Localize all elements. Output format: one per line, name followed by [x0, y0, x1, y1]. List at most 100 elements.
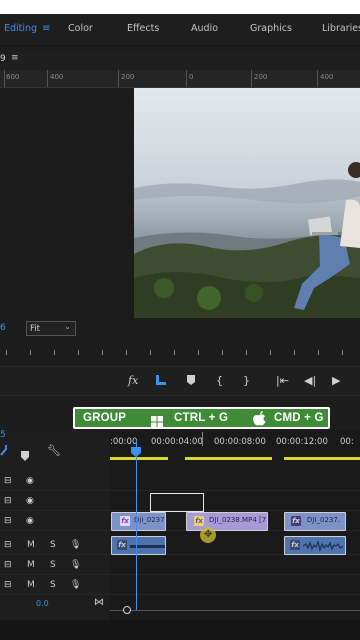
film-icon[interactable]: ⊟: [4, 496, 12, 506]
bottom-panel: [0, 620, 360, 640]
fx-icon[interactable]: fx: [128, 374, 138, 387]
snap-icon[interactable]: [155, 374, 167, 389]
monitor-number: 9: [0, 54, 6, 64]
fx-badge: fx: [120, 516, 130, 526]
timeline-zoom-bar: 0.0 ⋈: [0, 597, 360, 618]
ruler-label: 400: [50, 73, 64, 81]
timeline-scrollbar[interactable]: [110, 610, 360, 611]
mini-tick: [294, 350, 295, 355]
timeline-ruler-label: 00:00:08:00: [214, 437, 266, 447]
windows-shortcut: CTRL + G: [174, 412, 229, 424]
ruler-label: 400: [320, 73, 334, 81]
video-frame: [134, 88, 360, 318]
solo-button[interactable]: S: [50, 540, 56, 550]
solo-button[interactable]: S: [50, 560, 56, 570]
film-icon[interactable]: ⊟: [4, 516, 12, 526]
tab-color[interactable]: Color: [68, 23, 93, 34]
ruler-tick: [118, 70, 119, 87]
tab-editing[interactable]: Editing: [4, 23, 37, 34]
film-icon[interactable]: ⊟: [4, 580, 12, 590]
monitor-menu-icon[interactable]: ≡: [11, 53, 19, 63]
timeline-ruler-label: 00:00:04:00: [151, 437, 203, 447]
mini-tick: [102, 350, 103, 355]
ruler-label: 200: [254, 73, 268, 81]
scrollbar-handle[interactable]: [123, 606, 131, 614]
fx-badge: fx: [194, 516, 204, 526]
fit-label: Fit: [30, 324, 40, 334]
ruler-tick: [251, 70, 252, 87]
program-monitor-video[interactable]: [134, 88, 360, 318]
work-area-bar[interactable]: [110, 457, 168, 460]
track-v3: ⊟ ◉: [0, 472, 360, 491]
film-icon[interactable]: ⊟: [4, 540, 12, 550]
mute-button[interactable]: M: [27, 580, 35, 590]
timeline-ruler-label: :00:00: [110, 437, 138, 447]
tab-effects[interactable]: Effects: [127, 23, 159, 34]
film-icon[interactable]: ⊟: [4, 476, 12, 486]
wrench-icon[interactable]: 🔧︎: [47, 444, 61, 457]
fit-dropdown[interactable]: Fit ⌄: [26, 321, 76, 336]
mini-tick: [54, 350, 55, 355]
audio-clip[interactable]: fx: [284, 536, 346, 555]
eye-icon[interactable]: ◉: [26, 476, 34, 486]
workspace-menu-icon[interactable]: ≡: [42, 23, 50, 34]
monitor-empty-area: [0, 88, 134, 320]
playhead-line[interactable]: [136, 440, 137, 610]
step-back-icon[interactable]: ◀|: [304, 374, 316, 387]
mac-shortcut: CMD + G: [274, 412, 324, 424]
mic-icon[interactable]: 🎙︎: [70, 580, 81, 590]
zoom-handle-icon[interactable]: ⋈: [94, 597, 104, 608]
program-timecode[interactable]: 6: [0, 323, 6, 333]
ruler-tick: [4, 70, 5, 87]
top-white-strip: [0, 0, 360, 14]
video-clip[interactable]: fx Dji_0237: [111, 512, 166, 531]
work-area-bar[interactable]: [284, 457, 360, 460]
track-a2: ⊟ M S 🎙︎: [0, 556, 360, 575]
mark-out-icon[interactable]: }: [243, 374, 250, 387]
ruler-label: 0: [189, 73, 194, 81]
film-icon[interactable]: ⊟: [4, 560, 12, 570]
group-shortcut-banner: GROUP CTRL + G CMD + G: [73, 407, 330, 429]
mic-icon[interactable]: 🎙︎: [70, 560, 81, 570]
move-cursor-icon: ✥: [204, 529, 213, 540]
ruler-tick: [47, 70, 48, 87]
snap-icon[interactable]: [0, 442, 8, 461]
add-marker-icon[interactable]: [186, 374, 196, 389]
fx-badge: fx: [117, 540, 127, 550]
timeline-ruler-label: 00:00:12:00: [276, 437, 328, 447]
track-a3: ⊟ M S 🎙︎: [0, 576, 360, 595]
marker-icon[interactable]: [21, 446, 29, 465]
mini-tick: [30, 350, 31, 355]
audio-clip[interactable]: fx: [111, 536, 166, 555]
play-icon[interactable]: ▶: [332, 374, 340, 387]
tab-audio[interactable]: Audio: [191, 23, 218, 34]
monitor-header: 9 ≡: [0, 50, 360, 70]
mini-tick: [342, 350, 343, 355]
timeline-ruler-label: 00:: [340, 437, 354, 447]
ruler-tick: [202, 432, 203, 446]
mute-button[interactable]: M: [27, 540, 35, 550]
tab-libraries[interactable]: Libraries: [322, 23, 360, 34]
waveform: [303, 540, 344, 552]
solo-button[interactable]: S: [50, 580, 56, 590]
mini-tick: [198, 350, 199, 355]
monitor-mini-ruler: [0, 346, 360, 360]
ruler-tick: [186, 70, 187, 87]
video-clip[interactable]: fx DJI_0238.MP4 [7: [186, 512, 268, 531]
ruler-tick: [317, 70, 318, 87]
tab-graphics[interactable]: Graphics: [250, 23, 292, 34]
eye-icon[interactable]: ◉: [26, 516, 34, 526]
mark-in-icon[interactable]: {: [216, 374, 223, 387]
mini-tick: [318, 350, 319, 355]
zoom-value: 0.0: [36, 599, 49, 608]
work-area-bar[interactable]: [185, 457, 272, 460]
sequence-timecode[interactable]: 5: [0, 430, 6, 440]
mute-button[interactable]: M: [27, 560, 35, 570]
go-to-in-icon[interactable]: |⇤: [276, 374, 289, 387]
mini-tick: [6, 350, 7, 355]
mic-icon[interactable]: 🎙︎: [70, 540, 81, 550]
mini-tick: [78, 350, 79, 355]
video-clip[interactable]: fx DJI_0237.: [284, 512, 346, 531]
eye-icon[interactable]: ◉: [26, 496, 34, 506]
fx-badge: fx: [291, 516, 301, 526]
